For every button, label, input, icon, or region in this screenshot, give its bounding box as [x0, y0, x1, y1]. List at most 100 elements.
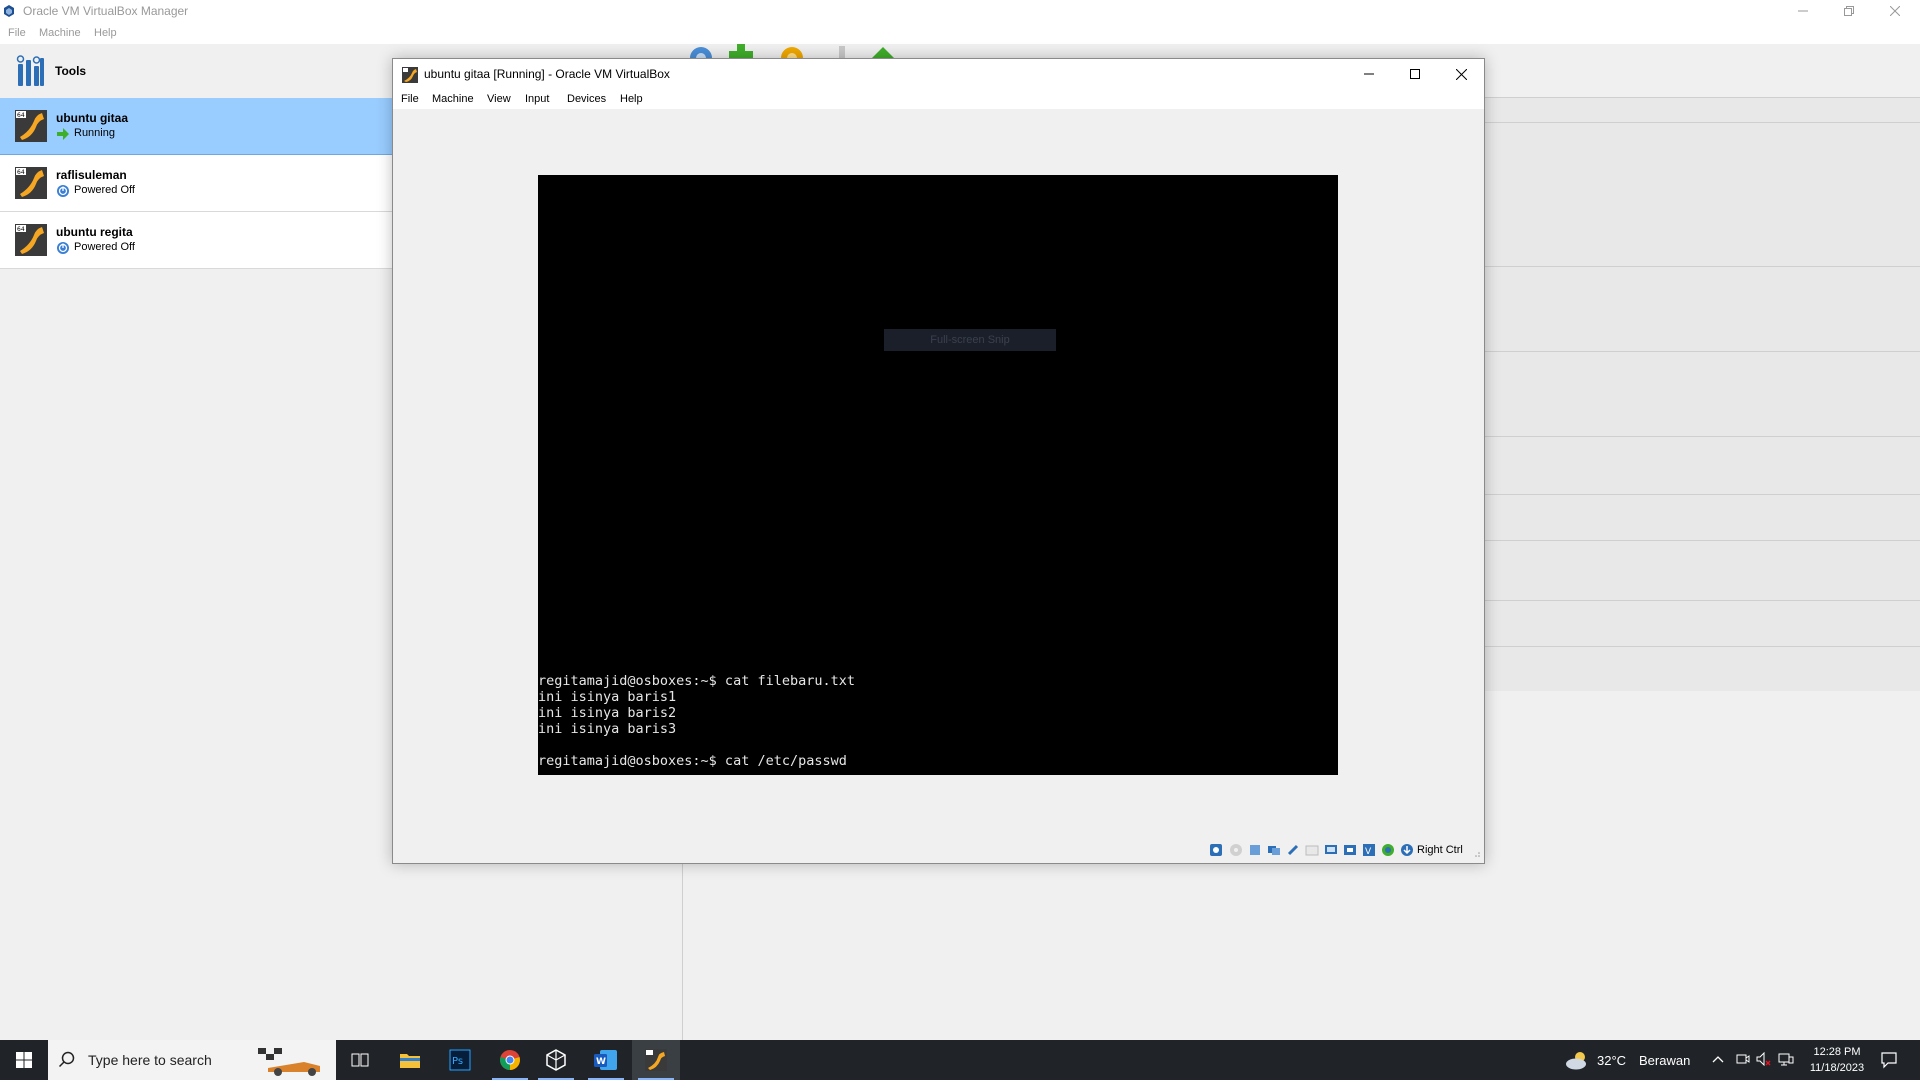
manager-close-button[interactable] — [1872, 0, 1918, 22]
vm-window-title: ubuntu gitaa [Running] - Oracle VM Virtu… — [424, 67, 670, 81]
clock-date: 11/18/2023 — [1809, 1062, 1865, 1074]
vm-menu-machine[interactable]: Machine — [432, 93, 474, 105]
settings-gear-blue-icon[interactable] — [686, 44, 716, 58]
manager-menubar: File Machine Help — [0, 22, 1920, 44]
chrome-icon — [500, 1050, 520, 1070]
new-vm-icon[interactable] — [726, 44, 756, 58]
taskbar: Type here to search Ps W 32°C Berawan 12… — [0, 1040, 1920, 1080]
vm-menu-devices[interactable]: Devices — [567, 93, 606, 105]
restore-icon — [1844, 6, 1854, 16]
vm-state: Powered Off — [74, 184, 135, 196]
vm-menu-file[interactable]: File — [401, 93, 419, 105]
powered-off-icon — [57, 185, 69, 197]
svg-text:V: V — [1365, 847, 1372, 857]
ubuntu-vm-icon: 64 — [15, 167, 47, 199]
weather-cloud-icon[interactable] — [1564, 1049, 1590, 1071]
tools-label: Tools — [55, 64, 87, 78]
snip-overlay: Full-screen Snip — [884, 329, 1056, 351]
settings-gear-orange-icon[interactable] — [777, 44, 807, 58]
panel-divider — [1480, 266, 1920, 267]
panel-divider — [1480, 646, 1920, 647]
vm-menu-input[interactable]: Input — [525, 93, 549, 105]
manager-menu-machine[interactable]: Machine — [39, 27, 81, 39]
taskbar-word[interactable]: W — [582, 1040, 630, 1080]
manager-menu-file[interactable]: File — [8, 27, 26, 39]
minimize-icon — [1364, 73, 1374, 75]
svg-text:Ps: Ps — [452, 1056, 463, 1067]
manager-restore-button[interactable] — [1826, 0, 1872, 22]
system-clock[interactable]: 12:28 PM 11/18/2023 — [1800, 1044, 1874, 1076]
manager-titlebar: Oracle VM VirtualBox Manager — [0, 0, 1920, 22]
start-vm-icon[interactable] — [868, 44, 898, 58]
weather-temperature[interactable]: 32°C — [1597, 1053, 1626, 1068]
mouse-integration-icon[interactable] — [1400, 843, 1414, 857]
svg-text:64: 64 — [17, 226, 25, 233]
word-icon: W — [594, 1050, 617, 1070]
weather-description[interactable]: Berawan — [1639, 1053, 1690, 1068]
manager-minimize-button[interactable] — [1780, 0, 1826, 22]
network-icon[interactable] — [1267, 843, 1281, 857]
task-view-button[interactable] — [336, 1040, 384, 1080]
vm-list-item-ubuntu-regita[interactable]: 64 ubuntu regita Powered Off — [0, 212, 392, 269]
terminal-line: ini isinya baris2 — [538, 705, 677, 721]
video-capture-icon[interactable] — [1343, 843, 1357, 857]
vm-minimize-button[interactable] — [1346, 59, 1392, 89]
virtualbox-icon — [546, 1049, 566, 1071]
network-status-icon[interactable] — [1778, 1052, 1794, 1066]
manager-title: Oracle VM VirtualBox Manager — [23, 4, 189, 18]
vm-window-titlebar[interactable]: ubuntu gitaa [Running] - Oracle VM Virtu… — [393, 59, 1484, 89]
taskbar-vm-window[interactable] — [632, 1040, 680, 1080]
taskbar-chrome[interactable] — [486, 1040, 534, 1080]
tools-row[interactable]: Tools — [0, 44, 392, 98]
shared-folder-icon[interactable] — [1305, 843, 1319, 857]
vm-close-button[interactable] — [1438, 59, 1484, 89]
taskbar-photoshop[interactable]: Ps — [436, 1040, 484, 1080]
guest-additions-icon[interactable] — [1381, 843, 1395, 857]
clock-time: 12:28 PM — [1813, 1046, 1861, 1058]
vm-window: ubuntu gitaa [Running] - Oracle VM Virtu… — [392, 58, 1485, 864]
taskbar-file-explorer[interactable] — [386, 1040, 434, 1080]
svg-text:W: W — [596, 1057, 606, 1067]
search-highlight-illustration-icon — [258, 1048, 320, 1076]
file-explorer-icon — [400, 1054, 420, 1068]
running-arrow-icon — [57, 128, 69, 140]
vm-state: Running — [74, 127, 115, 139]
vm-menubar: File Machine View Input Devices Help — [393, 89, 1484, 109]
guest-display[interactable]: Full-screen Snip regitamajid@osboxes:~$ … — [538, 175, 1338, 775]
display-icon[interactable] — [1324, 843, 1338, 857]
panel-divider — [1480, 494, 1920, 495]
start-button[interactable] — [0, 1040, 48, 1080]
photoshop-icon: Ps — [449, 1049, 471, 1071]
vm-maximize-button[interactable] — [1392, 59, 1438, 89]
vm-list-item-raflisuleman[interactable]: 64 raflisuleman Powered Off — [0, 155, 392, 212]
vm-name: ubuntu gitaa — [56, 111, 128, 125]
ubuntu-vm-icon — [402, 67, 418, 83]
vm-menu-view[interactable]: View — [487, 93, 511, 105]
taskbar-search-box[interactable]: Type here to search — [48, 1040, 336, 1080]
host-key-label: Right Ctrl — [1417, 844, 1463, 856]
task-view-icon — [351, 1053, 369, 1067]
terminal-output: regitamajid@osboxes:~$ cat filebaru.txt … — [538, 673, 1338, 769]
vm-list-item-ubuntu-gitaa[interactable]: 64 ubuntu gitaa Running — [0, 98, 392, 155]
usb-icon[interactable] — [1286, 843, 1300, 857]
discard-icon[interactable] — [827, 44, 857, 58]
panel-divider — [1480, 540, 1920, 541]
resize-grip-icon[interactable] — [1473, 850, 1481, 858]
cpu-icon[interactable]: V — [1362, 843, 1376, 857]
minimize-icon — [1798, 10, 1808, 12]
audio-icon[interactable] — [1248, 843, 1262, 857]
taskbar-virtualbox[interactable] — [532, 1040, 580, 1080]
svg-text:64: 64 — [17, 169, 25, 176]
vm-menu-help[interactable]: Help — [620, 93, 643, 105]
virtualbox-icon — [4, 5, 14, 17]
maximize-icon — [1410, 69, 1420, 79]
notification-center-icon[interactable] — [1880, 1051, 1898, 1069]
panel-divider — [1480, 97, 1920, 98]
speaker-muted-icon[interactable] — [1756, 1052, 1772, 1066]
chevron-up-icon[interactable] — [1712, 1054, 1724, 1064]
search-placeholder: Type here to search — [88, 1052, 212, 1068]
optical-drive-icon[interactable] — [1229, 843, 1243, 857]
hard-disk-icon[interactable] — [1209, 843, 1223, 857]
manager-menu-help[interactable]: Help — [94, 27, 117, 39]
meet-now-icon[interactable] — [1736, 1052, 1750, 1066]
